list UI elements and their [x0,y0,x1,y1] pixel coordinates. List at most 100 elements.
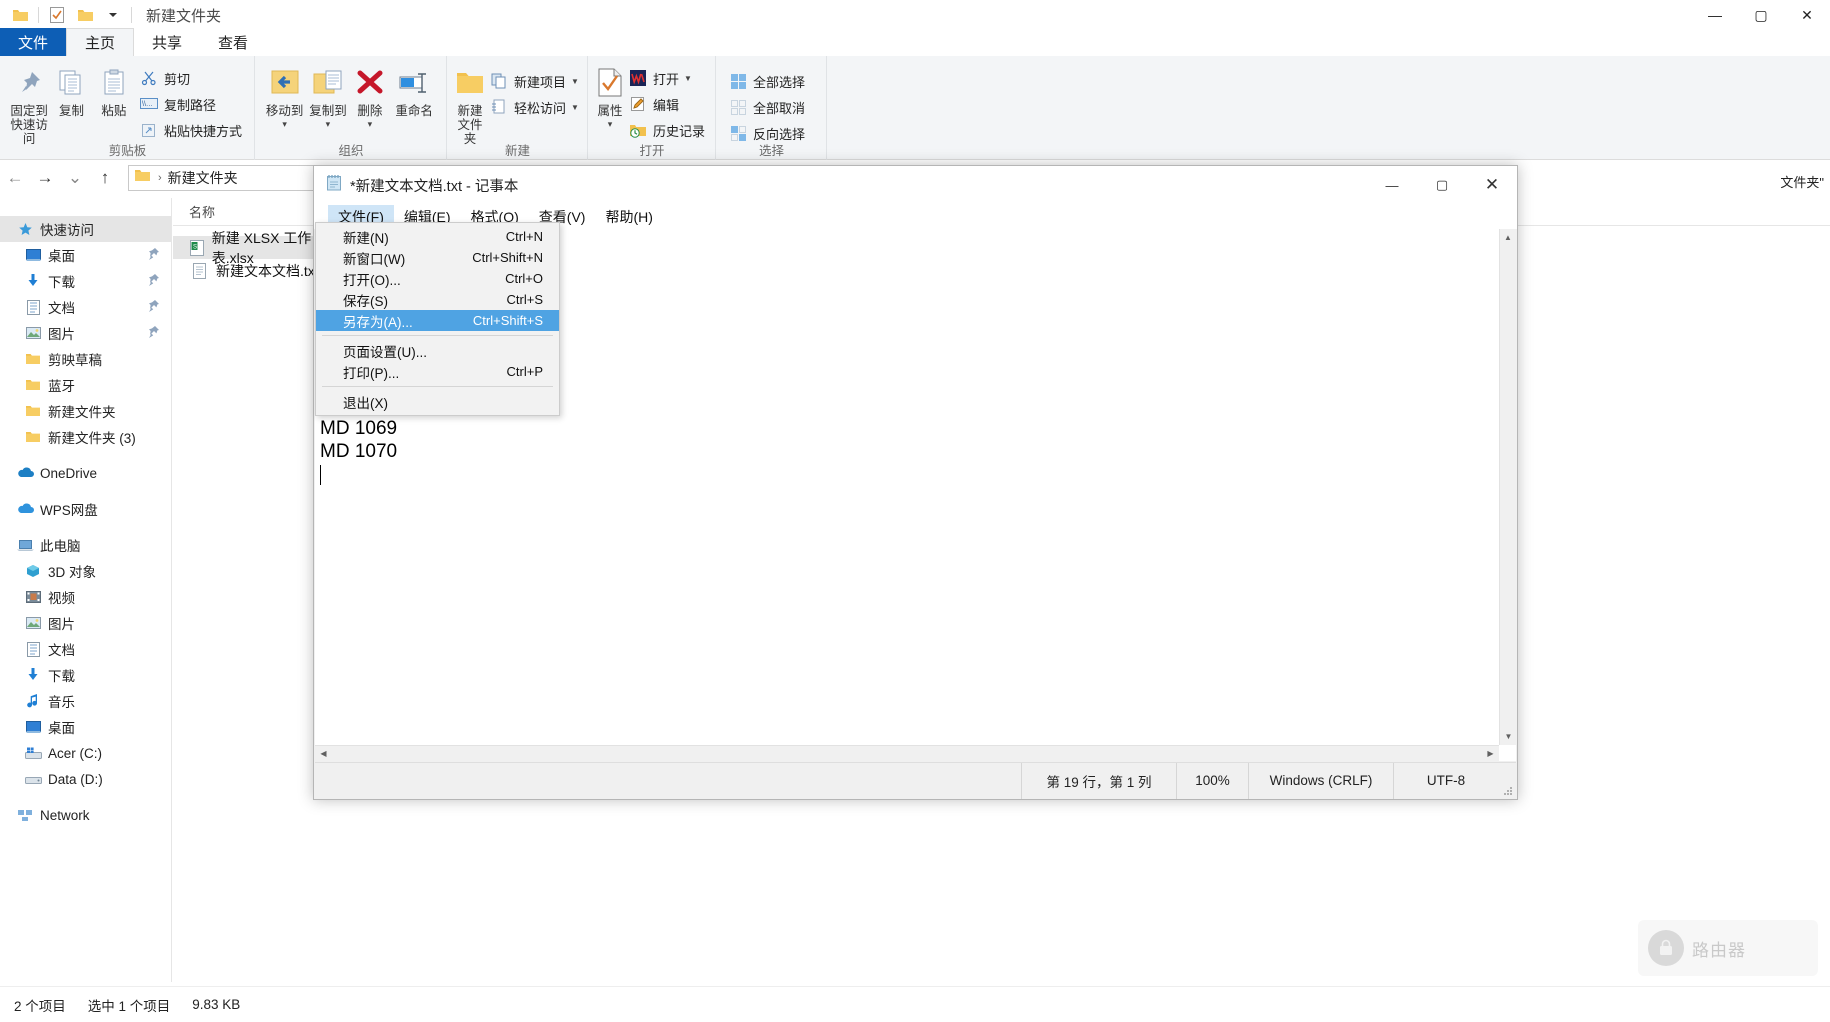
new-folder-icon[interactable] [75,4,95,26]
sidebar-item-jianying-drafts[interactable]: 剪映草稿 [0,346,171,372]
delete-button[interactable]: 删除 ▾ [350,60,391,130]
menu-item-print[interactable]: 打印(P)... Ctrl+P [316,361,559,382]
horizontal-scrollbar[interactable]: ◀ ▶ [315,745,1499,761]
properties-icon[interactable] [47,4,67,26]
pin-to-quick-access-button[interactable]: 固定到快速访问 [8,60,50,146]
group-label: 新建 [447,140,588,159]
menu-item-save[interactable]: 保存(S) Ctrl+S [316,289,559,310]
star-icon [14,222,36,237]
column-header-name[interactable]: 名称 [173,202,215,221]
chevron-down-icon[interactable]: ▼ [571,103,579,112]
cut-button[interactable]: 剪切 [135,65,246,91]
sidebar-item-pictures-pc[interactable]: 图片 [0,610,171,636]
pictures-icon [22,327,44,340]
table-row[interactable]: S 新建 XLSX 工作表.xlsx [173,236,323,259]
sidebar-item-label: 快速访问 [40,219,94,239]
maximize-button[interactable]: ▢ [1738,0,1784,30]
copy-to-button[interactable]: 复制到 ▾ [306,60,349,130]
properties-icon [596,64,624,102]
paste-button[interactable]: 粘贴 [93,60,135,118]
sidebar-item-downloads[interactable]: 下载 [0,268,171,294]
menu-item-new-window[interactable]: 新窗口(W) Ctrl+Shift+N [316,247,559,268]
sidebar-item-documents[interactable]: 文档 [0,294,171,320]
tab-view[interactable]: 查看 [200,28,266,56]
sidebar-item-desktop-pc[interactable]: 桌面 [0,714,171,740]
notepad-title-bar[interactable]: *新建文本文档.txt - 记事本 — ▢ ✕ [314,166,1517,204]
sidebar-item-desktop[interactable]: 桌面 [0,242,171,268]
sidebar-item-wps-cloud[interactable]: WPS网盘 [0,496,171,522]
sidebar-item-onedrive[interactable]: OneDrive [0,460,171,486]
chevron-down-icon[interactable]: ▾ [368,119,373,130]
pin-icon[interactable] [147,273,159,290]
chevron-down-icon[interactable]: ▾ [282,119,287,130]
select-none-button[interactable]: 全部取消 [724,94,809,120]
sidebar-item-pictures[interactable]: 图片 [0,320,171,346]
sidebar-item-label: 视频 [48,587,75,607]
notepad-maximize-button[interactable]: ▢ [1417,166,1467,204]
sidebar-item-quick-access[interactable]: 快速访问 [0,216,171,242]
menu-item-accelerator: Ctrl+Shift+N [472,250,543,265]
pin-icon[interactable] [147,325,159,342]
sidebar-item-label: 新建文件夹 [48,401,116,421]
notepad-close-button[interactable]: ✕ [1467,166,1517,204]
new-folder-button[interactable]: 新建文件夹 [455,60,485,146]
chevron-down-icon[interactable]: ▾ [326,119,331,130]
sidebar-item-3d-objects[interactable]: 3D 对象 [0,558,171,584]
tab-file[interactable]: 文件 [0,28,66,56]
cursor-position: 第 19 行，第 1 列 [1021,763,1176,799]
sidebar-item-new-folder[interactable]: 新建文件夹 [0,398,171,424]
sidebar-item-this-pc[interactable]: 此电脑 [0,532,171,558]
chevron-down-icon[interactable] [103,4,123,26]
minimize-button[interactable]: — [1692,0,1738,30]
pin-icon[interactable] [147,299,159,316]
forward-button[interactable]: → [30,163,60,193]
sidebar-item-documents-pc[interactable]: 文档 [0,636,171,662]
sidebar-item-network[interactable]: Network [0,802,171,828]
up-button[interactable]: ↑ [90,163,120,193]
menu-item-new[interactable]: 新建(N) Ctrl+N [316,226,559,247]
chevron-down-icon[interactable]: ▾ [608,119,613,130]
sidebar-item-music[interactable]: 音乐 [0,688,171,714]
open-button[interactable]: 打开 ▼ [624,65,709,91]
button-label: 复制到 [309,104,347,118]
copy-button[interactable]: 复制 [50,60,92,118]
scroll-left-icon[interactable]: ◀ [315,749,332,758]
sidebar-item-videos[interactable]: 视频 [0,584,171,610]
sidebar-item-drive-c[interactable]: Acer (C:) [0,740,171,766]
back-button[interactable]: ← [0,163,30,193]
notepad-minimize-button[interactable]: — [1367,166,1417,204]
sidebar-item-new-folder-3[interactable]: 新建文件夹 (3) [0,424,171,450]
menu-item-page-setup[interactable]: 页面设置(U)... [316,340,559,361]
resize-grip[interactable] [1498,763,1516,799]
new-item-button[interactable]: 新建项目 ▼ [485,68,583,94]
breadcrumb[interactable]: 新建文件夹 [168,168,238,188]
select-all-button[interactable]: 全部选择 [724,68,809,94]
move-to-button[interactable]: 移动到 ▾ [263,60,306,130]
menu-item-exit[interactable]: 退出(X) [316,391,559,412]
sidebar-item-drive-d[interactable]: Data (D:) [0,766,171,792]
scroll-down-icon[interactable]: ▼ [1500,728,1517,745]
tab-share[interactable]: 共享 [134,28,200,56]
easy-access-button[interactable]: 轻松访问 ▼ [485,94,583,120]
menu-help[interactable]: 帮助(H) [595,205,662,229]
tab-home[interactable]: 主页 [66,28,134,56]
edit-button[interactable]: 编辑 [624,91,709,117]
pin-icon[interactable] [147,247,159,264]
chevron-down-icon[interactable]: ▼ [684,74,692,83]
chevron-down-icon[interactable]: ▼ [571,77,579,86]
folder-icon [22,431,44,443]
menu-item-open[interactable]: 打开(O)... Ctrl+O [316,268,559,289]
vertical-scrollbar[interactable]: ▲ ▼ [1499,229,1516,745]
sidebar-item-downloads-pc[interactable]: 下载 [0,662,171,688]
sidebar-item-bluetooth[interactable]: 蓝牙 [0,372,171,398]
scroll-right-icon[interactable]: ▶ [1482,749,1499,758]
navigation-pane[interactable]: 快速访问 桌面 下载 文档 图片 [0,198,172,982]
rename-button[interactable]: 重命名 [390,60,438,118]
copy-path-button[interactable]: \\… 复制路径 [135,91,246,117]
scroll-up-icon[interactable]: ▲ [1500,229,1516,246]
menu-item-save-as[interactable]: 另存为(A)... Ctrl+Shift+S [316,310,559,331]
recent-locations-button[interactable]: ⌄ [60,163,90,193]
properties-button[interactable]: 属性 ▾ [596,60,624,130]
close-button[interactable]: ✕ [1784,0,1830,30]
file-menu-dropdown[interactable]: 新建(N) Ctrl+N 新窗口(W) Ctrl+Shift+N 打开(O)..… [315,222,560,416]
